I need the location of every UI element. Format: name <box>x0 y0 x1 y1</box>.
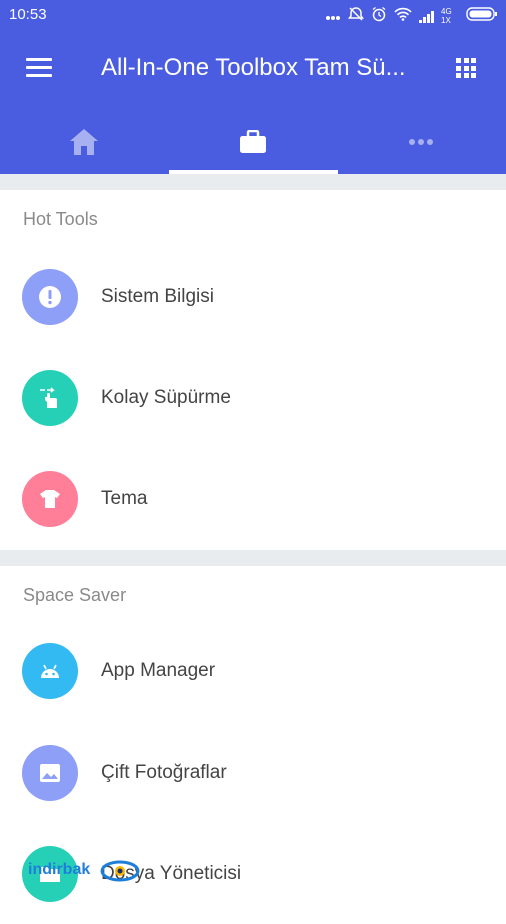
list-item-cift-fotograflar[interactable]: Çift Fotoğraflar <box>0 723 506 823</box>
image-icon <box>40 764 60 782</box>
item-icon-circle <box>22 745 78 801</box>
item-label: Tema <box>101 488 148 509</box>
tshirt-icon <box>40 490 60 508</box>
status-time: 10:53 <box>9 6 47 23</box>
battery-icon <box>466 7 498 26</box>
network-type-label: 4G <box>441 6 452 16</box>
tab-bar <box>0 110 506 174</box>
item-label: Sistem Bilgisi <box>101 286 214 307</box>
item-label: Kolay Süpürme <box>101 387 231 408</box>
tab-home[interactable] <box>0 110 169 174</box>
section-title-hot-tools: Hot Tools <box>23 209 98 229</box>
alarm-off-icon <box>348 6 364 27</box>
alarm-icon <box>371 6 387 27</box>
signal-icon: 4G 1X <box>419 6 459 25</box>
section-title-space-saver: Space Saver <box>23 585 127 605</box>
info-exclamation-icon <box>39 286 61 308</box>
item-icon-circle <box>22 269 78 325</box>
item-icon-circle <box>22 370 78 426</box>
section-divider <box>0 174 506 190</box>
android-icon <box>41 664 59 678</box>
sim-label: 1X <box>441 15 451 25</box>
watermark-eye-logo <box>100 860 140 882</box>
toolbox-briefcase-icon <box>240 130 266 153</box>
tab-toolbox[interactable] <box>169 110 338 174</box>
item-label: App Manager <box>101 660 216 681</box>
list-item-sistem-bilgisi[interactable]: Sistem Bilgisi <box>0 247 506 347</box>
item-icon-circle <box>22 643 78 699</box>
list-item-tema[interactable]: Tema <box>0 449 506 549</box>
more-dots-icon <box>325 8 341 26</box>
tab-more[interactable] <box>338 110 506 174</box>
item-label: Çift Fotoğraflar <box>101 762 227 783</box>
app-bar: 10:53 4G 1X All-In-One Toolbox Tam Sü... <box>0 0 506 174</box>
more-horizontal-icon <box>409 139 433 145</box>
home-icon <box>70 129 98 155</box>
app-title: All-In-One Toolbox Tam Sü... <box>101 54 406 81</box>
list-item-app-manager[interactable]: App Manager <box>0 621 506 721</box>
wifi-icon <box>394 7 412 26</box>
item-icon-circle <box>22 471 78 527</box>
status-bar: 10:53 4G 1X <box>0 0 506 30</box>
status-icons: 4G 1X <box>325 6 498 27</box>
section-divider <box>0 550 506 566</box>
toolbar: All-In-One Toolbox Tam Sü... <box>0 40 506 98</box>
list-item-kolay-supurme[interactable]: Kolay Süpürme <box>0 348 506 448</box>
swipe-hand-icon <box>40 387 57 408</box>
grid-apps-icon[interactable] <box>456 58 476 78</box>
watermark-text: indirbak <box>28 861 91 878</box>
hamburger-menu-icon[interactable] <box>26 58 52 78</box>
